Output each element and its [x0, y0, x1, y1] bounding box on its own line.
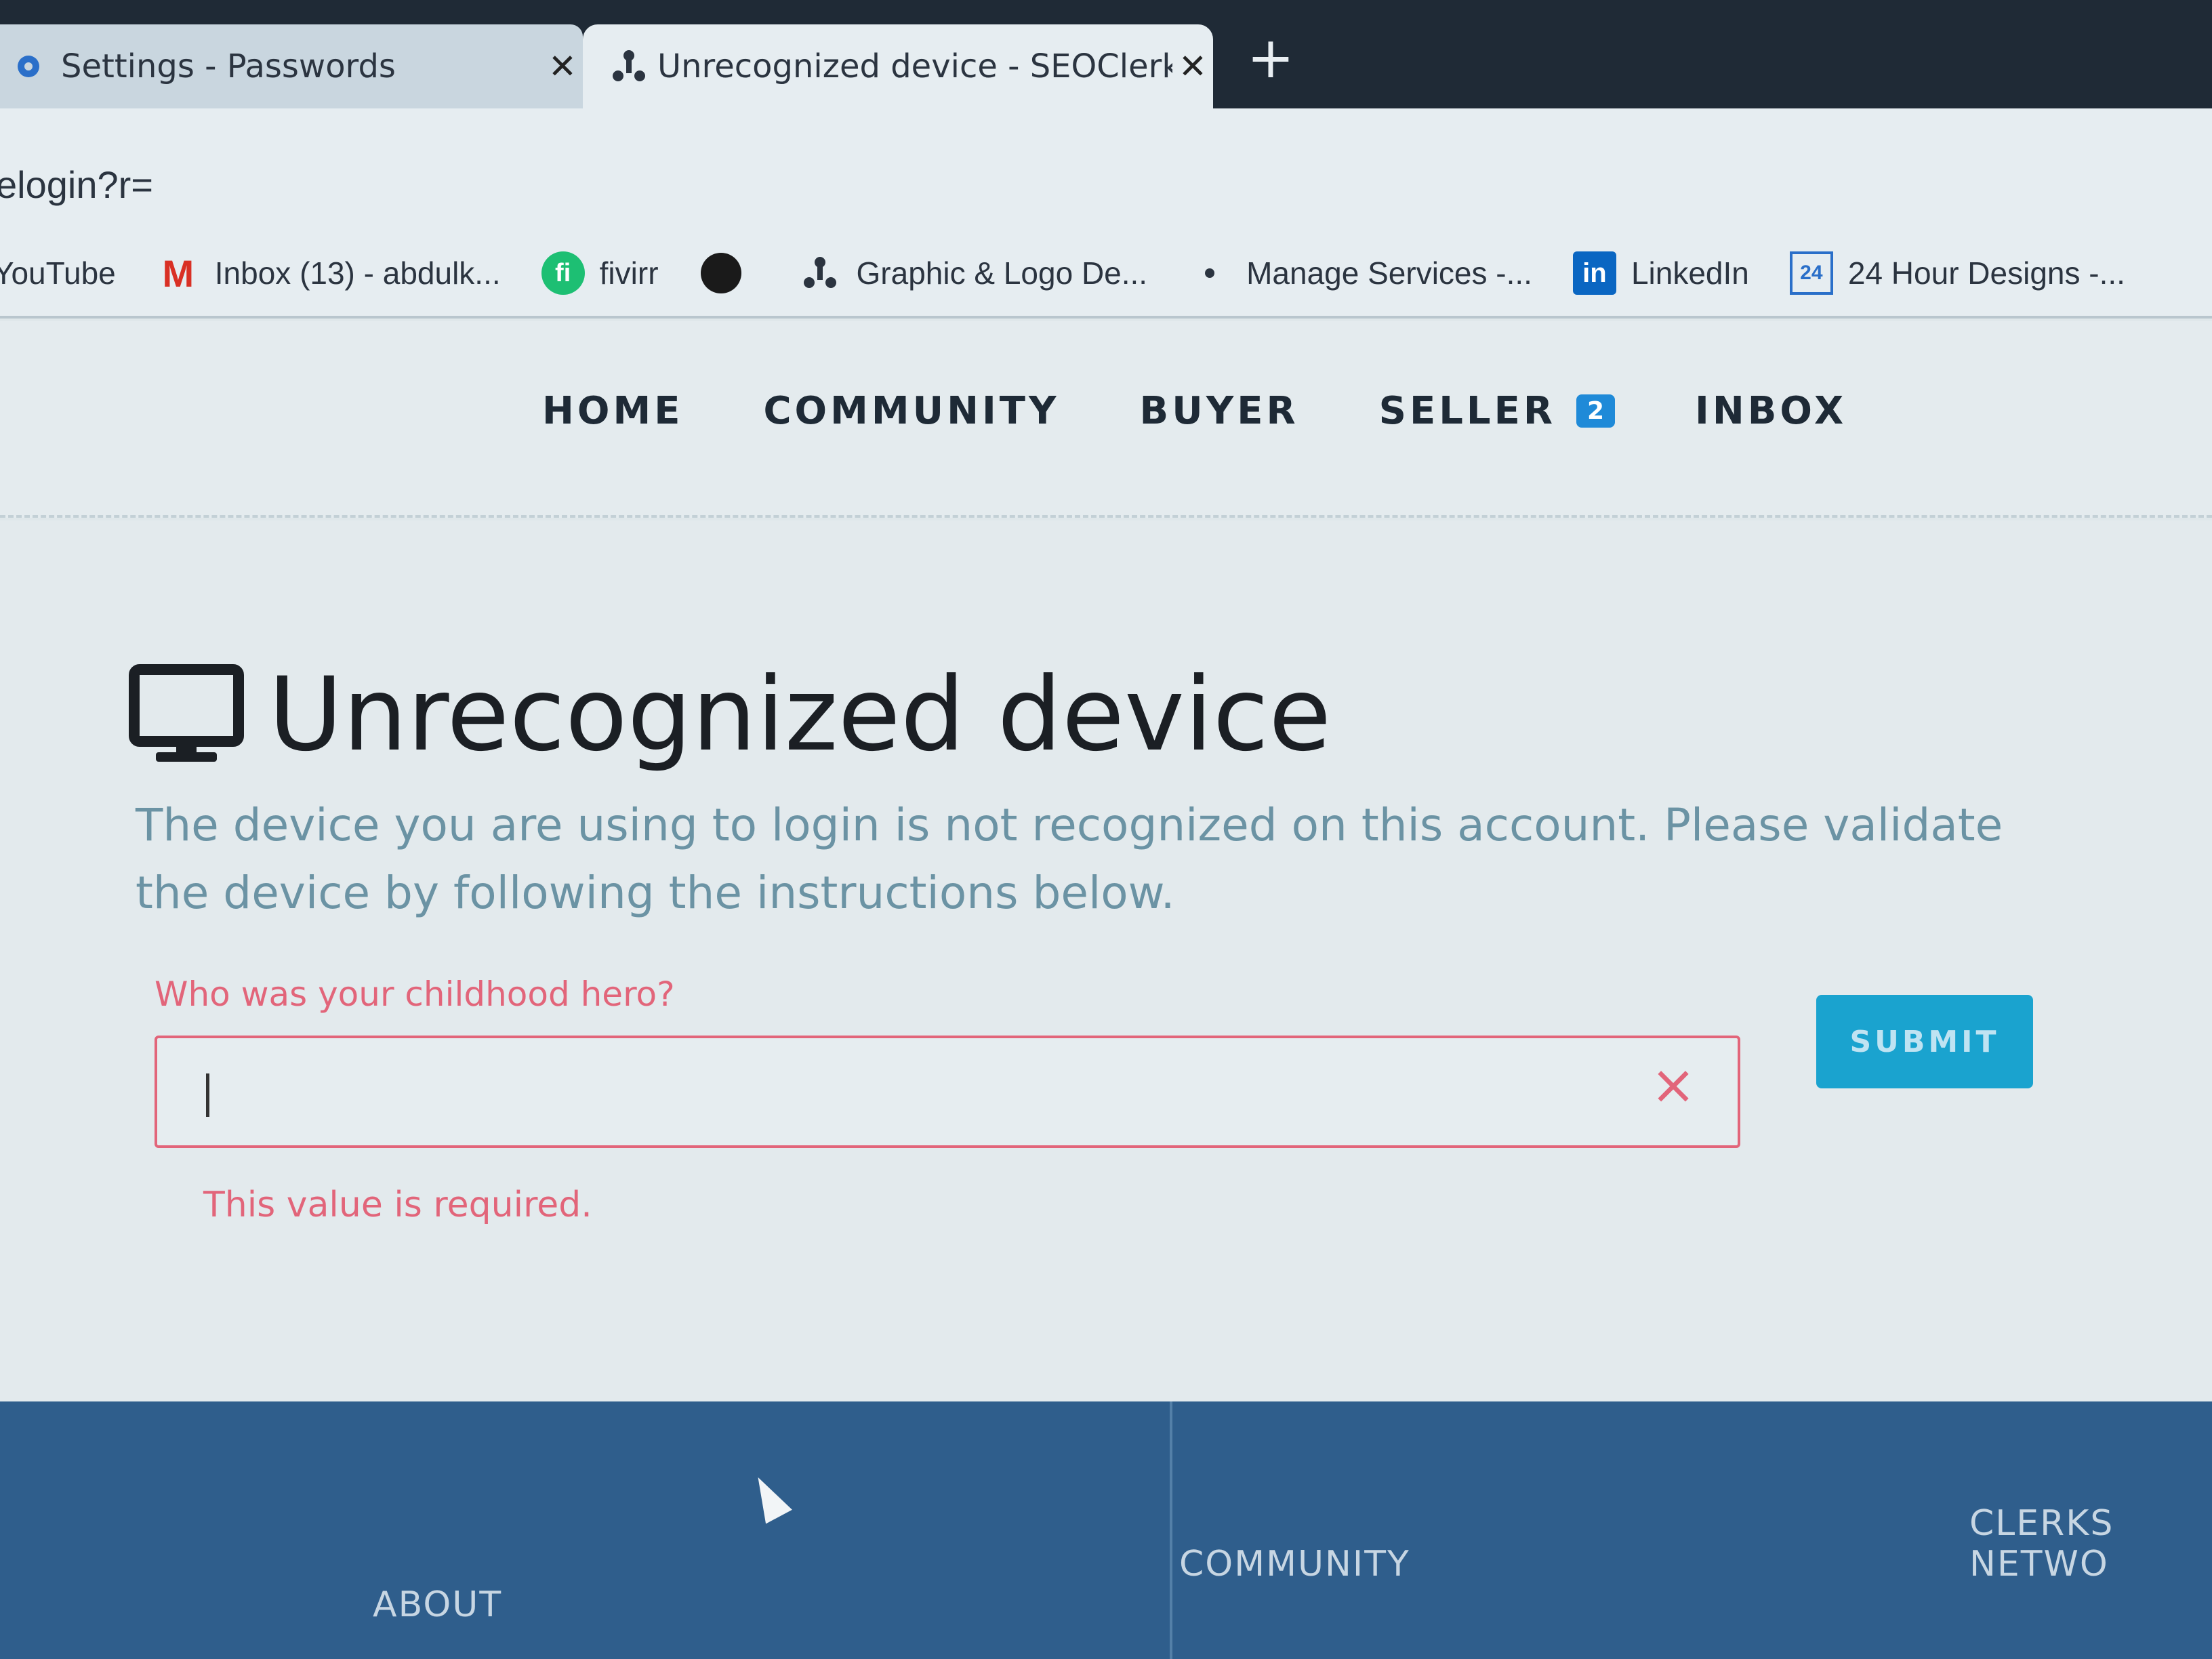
close-icon[interactable]: ✕ [1172, 47, 1213, 86]
bookmark-label: Graphic & Logo De... [856, 255, 1148, 291]
bookmark-fiverr[interactable]: fi fivirr [541, 251, 659, 295]
24-icon: 24 [1789, 251, 1833, 295]
bookmark-label: fivirr [599, 255, 659, 291]
new-tab-button[interactable]: + [1240, 27, 1301, 88]
address-bar [0, 108, 2212, 244]
seoclerks-icon [610, 47, 657, 85]
bookmark-label: 24 Hour Designs -... [1847, 255, 2125, 291]
nav-seller[interactable]: SELLER 2 [1378, 389, 1616, 433]
tab-unrecognized-device[interactable]: Unrecognized device - SEOClerks ✕ [583, 24, 1213, 108]
footer-community[interactable]: COMMUNITY [1179, 1544, 1410, 1584]
validation-error: This value is required. [203, 1185, 592, 1225]
linkedin-icon: in [1572, 251, 1616, 295]
security-question-label: Who was your childhood hero? [155, 975, 675, 1014]
globe-icon [699, 251, 743, 295]
monitor-icon [129, 664, 244, 762]
gear-icon [14, 52, 61, 81]
site-nav: HOME COMMUNITY BUYER SELLER 2 INBOX [0, 321, 2212, 518]
nav-seller-label: SELLER [1378, 389, 1556, 433]
bookmark-label: Inbox (13) - abdulk... [214, 255, 501, 291]
nav-inbox[interactable]: INBOX [1695, 389, 1847, 433]
page-title: Unrecognized device [129, 656, 1331, 774]
bookmarks-bar: YouTube M Inbox (13) - abdulk... fi fivi… [0, 230, 2212, 319]
bookmark-youtube[interactable]: YouTube [0, 255, 116, 291]
bookmark-label: Manage Services -... [1246, 255, 1532, 291]
tab-title: Unrecognized device - SEOClerks [657, 47, 1172, 85]
nav-links: HOME COMMUNITY BUYER SELLER 2 INBOX [542, 389, 1927, 433]
dot-icon [1188, 251, 1231, 295]
nav-buyer[interactable]: BUYER [1140, 389, 1299, 433]
page-description: The device you are using to login is not… [136, 799, 2003, 919]
close-icon[interactable]: ✕ [542, 47, 583, 86]
submit-button[interactable]: SUBMIT [1816, 995, 2033, 1088]
bookmark-globe[interactable] [699, 251, 758, 295]
bookmark-manage-services[interactable]: Manage Services -... [1188, 251, 1532, 295]
browser-tabstrip: Settings - Passwords ✕ Unrecognized devi… [0, 0, 2212, 108]
nav-community[interactable]: COMMUNITY [763, 389, 1059, 433]
url-text[interactable]: elogin?r= [0, 163, 153, 207]
error-x-icon: × [1650, 1053, 1696, 1116]
tab-settings-passwords[interactable]: Settings - Passwords ✕ [0, 24, 583, 108]
security-answer-input[interactable]: × [155, 1036, 1740, 1148]
gmail-icon: M [162, 251, 194, 295]
bookmark-graphic-logo[interactable]: Graphic & Logo De... [798, 251, 1148, 295]
bookmark-24-hour-designs[interactable]: 24 24 Hour Designs -... [1789, 251, 2125, 295]
site-footer: ABOUT COMMUNITY CLERKS NETWO [0, 1401, 2212, 1659]
main-content: Unrecognized device The device you are u… [0, 520, 2212, 1401]
bookmark-linkedin[interactable]: in LinkedIn [1572, 251, 1749, 295]
tab-title: Settings - Passwords [61, 47, 396, 85]
fiverr-icon: fi [541, 251, 585, 295]
bookmark-label: YouTube [0, 255, 116, 291]
footer-divider [1170, 1401, 1172, 1659]
seoclerks-icon [798, 251, 842, 295]
footer-clerks-network[interactable]: CLERKS NETWO [1969, 1503, 2212, 1584]
nav-home[interactable]: HOME [542, 389, 683, 433]
footer-about[interactable]: ABOUT [373, 1584, 502, 1625]
bookmark-label: LinkedIn [1631, 255, 1749, 291]
page-title-text: Unrecognized device [268, 656, 1332, 774]
bookmark-inbox[interactable]: M Inbox (13) - abdulk... [157, 251, 501, 295]
text-caret [206, 1073, 209, 1117]
seller-badge: 2 [1576, 394, 1616, 428]
